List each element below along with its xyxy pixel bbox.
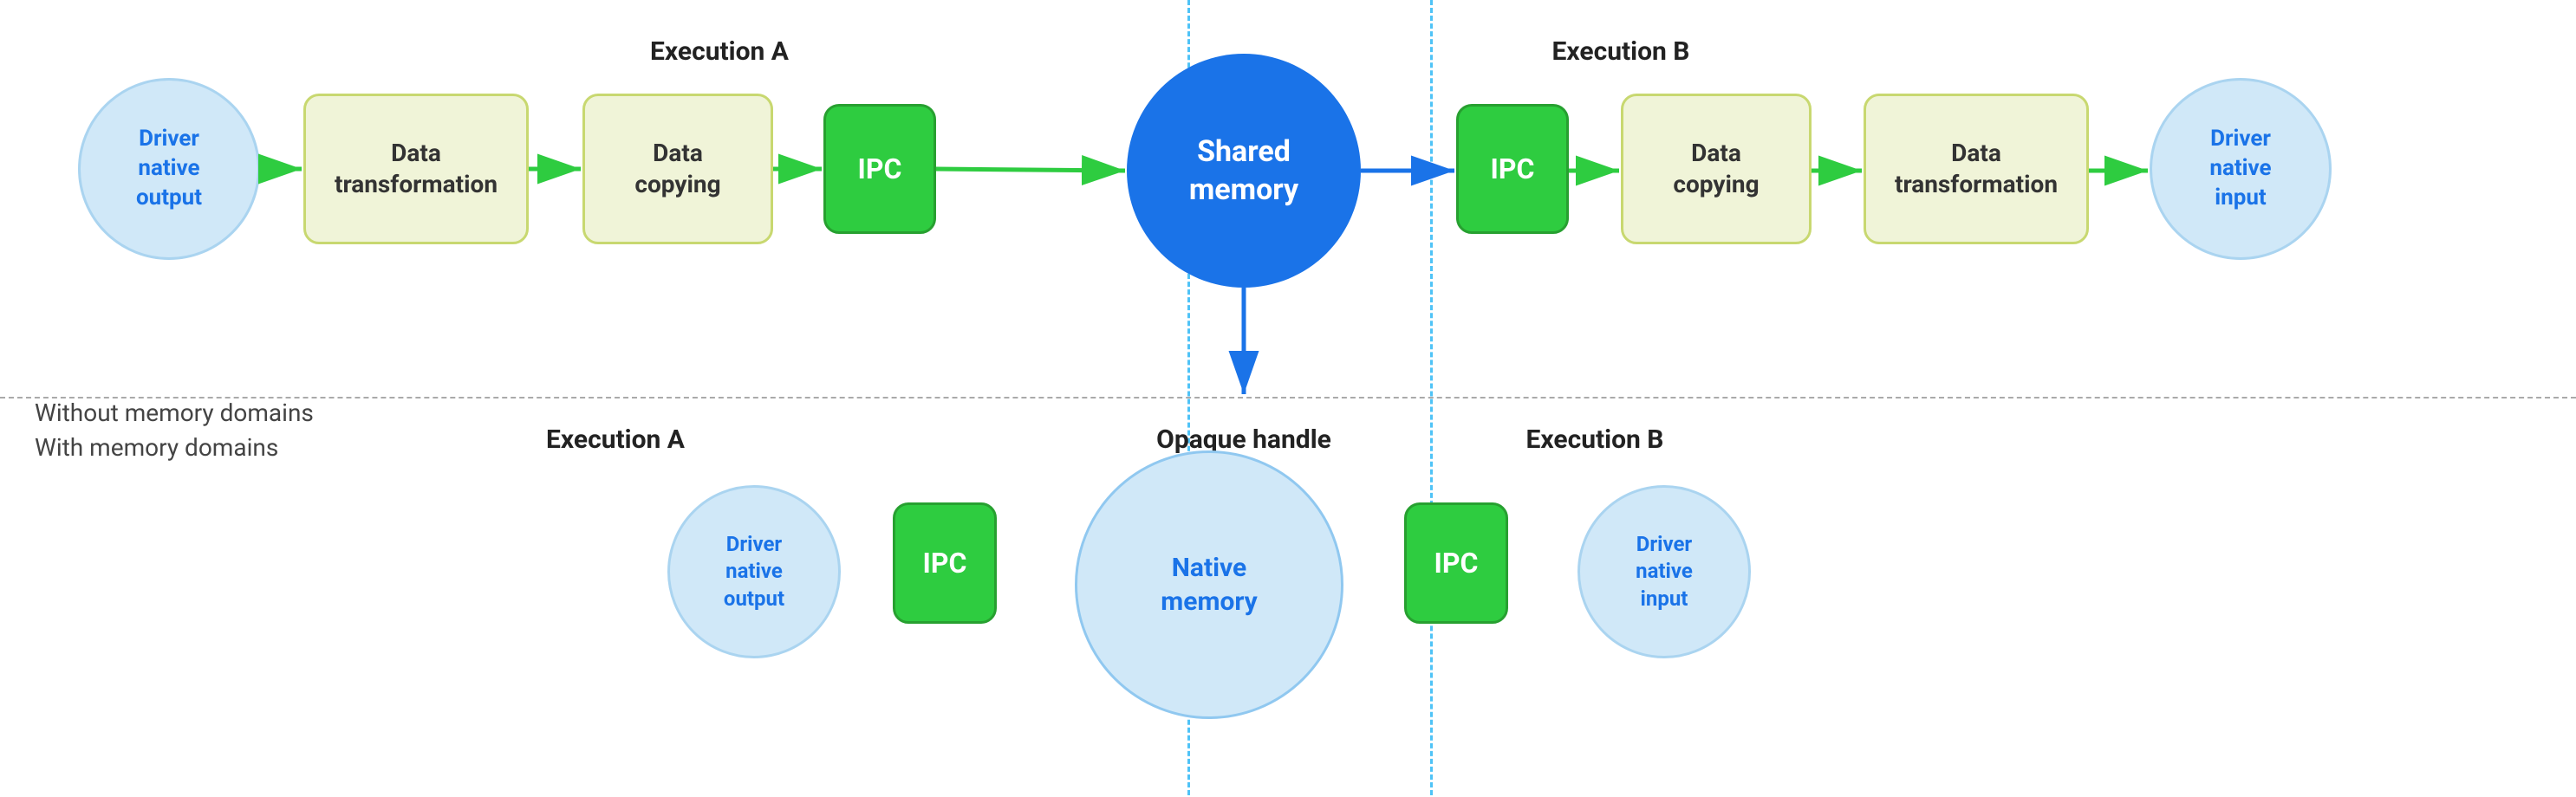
top-arrows	[0, 0, 2576, 398]
diagram-container: Without memory domains With memory domai…	[0, 0, 2576, 795]
bottom-arrows	[0, 398, 2576, 797]
